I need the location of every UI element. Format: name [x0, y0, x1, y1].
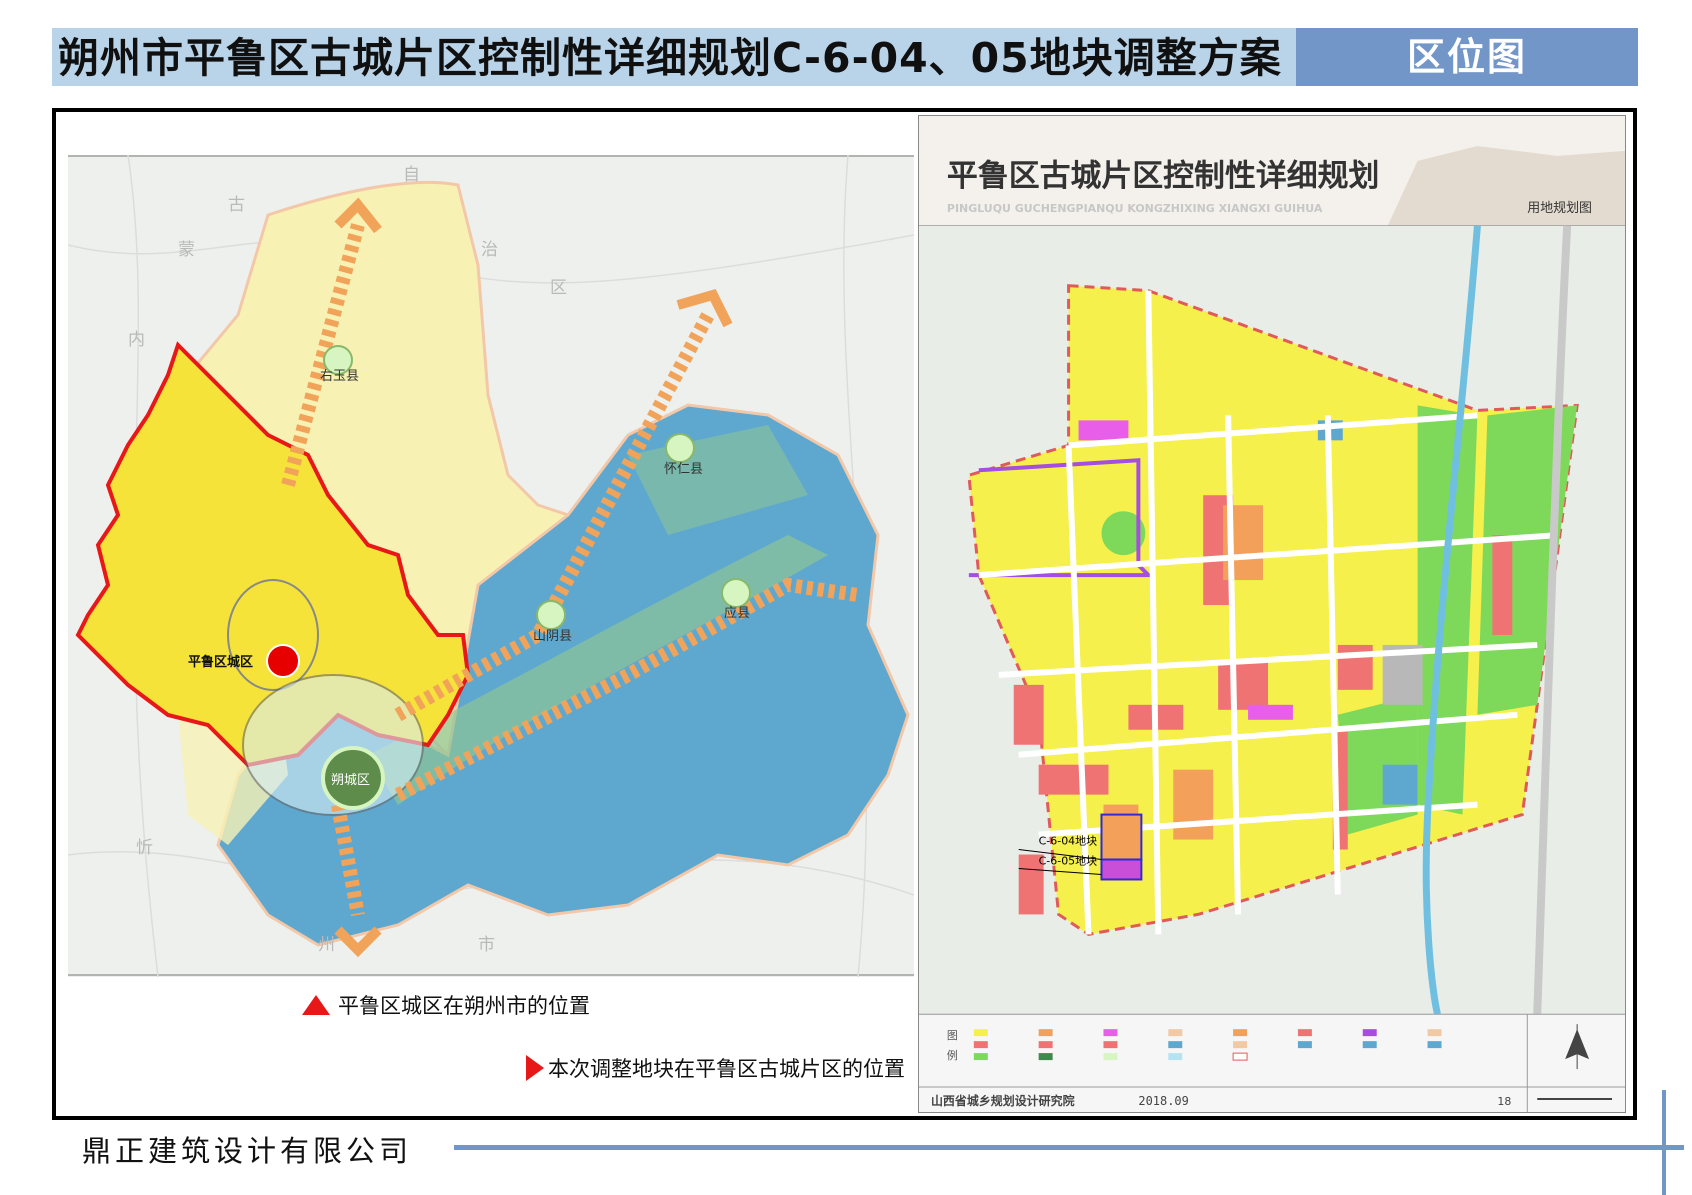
region-char-5: 区	[550, 278, 567, 298]
region-char-7: 州	[318, 935, 335, 955]
legend-title-char-1: 图	[947, 1029, 958, 1042]
label-yingxian: 应县	[724, 605, 750, 621]
label-pinglu: 平鲁区城区	[188, 654, 253, 670]
plan-date: 2018.09	[1138, 1094, 1188, 1108]
region-char-6: 忻	[136, 838, 153, 858]
region-char-2: 内	[128, 330, 145, 350]
plot-label-c604: C-6-04地块	[1039, 835, 1097, 848]
plan-title: 平鲁区古城片区控制性详细规划	[947, 158, 1380, 194]
institute-name: 山西省城乡规划设计研究院	[931, 1093, 1075, 1108]
land-use-plan-map: 平鲁区古城片区控制性详细规划 PINGLUQU GUCHENGPIANQU KO…	[918, 115, 1626, 1113]
company-name: 鼎正建筑设计有限公司	[82, 1134, 413, 1168]
red-triangle-icon	[302, 995, 330, 1015]
footer-divider	[454, 1145, 1684, 1150]
plan-page-number: 18	[1497, 1095, 1511, 1108]
red-arrow-icon	[526, 1055, 544, 1081]
label-shanyin: 山阴县	[533, 629, 572, 644]
legend-label: 本次调整地块在平鲁区古城片区的位置	[548, 1057, 905, 1081]
region-char-3: 自	[403, 165, 420, 185]
plot-label-c605: C-6-05地块	[1039, 854, 1097, 867]
legend-label: 平鲁区城区在朔州市的位置	[338, 994, 590, 1018]
region-char-8: 市	[478, 935, 495, 955]
label-youyu: 右玉县	[320, 369, 359, 384]
plan-map-type: 用地规划图	[1527, 201, 1592, 216]
page-title: 朔州市平鲁区古城片区控制性详细规划C-6-04、05地块调整方案	[58, 34, 1282, 82]
legend-title-char-2: 例	[947, 1048, 958, 1062]
footer-vertical-divider	[1662, 1090, 1666, 1195]
label-shuocheng: 朔城区	[331, 773, 370, 788]
region-char-4: 治	[481, 240, 498, 260]
label-huairen: 怀仁县	[664, 462, 703, 477]
legend-plot-position: 本次调整地块在平鲁区古城片区的位置	[526, 1053, 905, 1083]
region-char-0: 古	[228, 195, 245, 215]
region-char-1: 蒙	[178, 240, 195, 260]
regional-location-map: 右玉县 怀仁县 山阴县 应县 朔城区 平鲁区城区 古 蒙 内 自 治 区 忻 州…	[68, 155, 914, 977]
section-tab: 区位图	[1296, 28, 1638, 86]
plan-subtitle: PINGLUQU GUCHENGPIANQU KONGZHIXING XIANG…	[947, 202, 1323, 215]
legend-pinglu-position: 平鲁区城区在朔州市的位置	[302, 990, 590, 1020]
